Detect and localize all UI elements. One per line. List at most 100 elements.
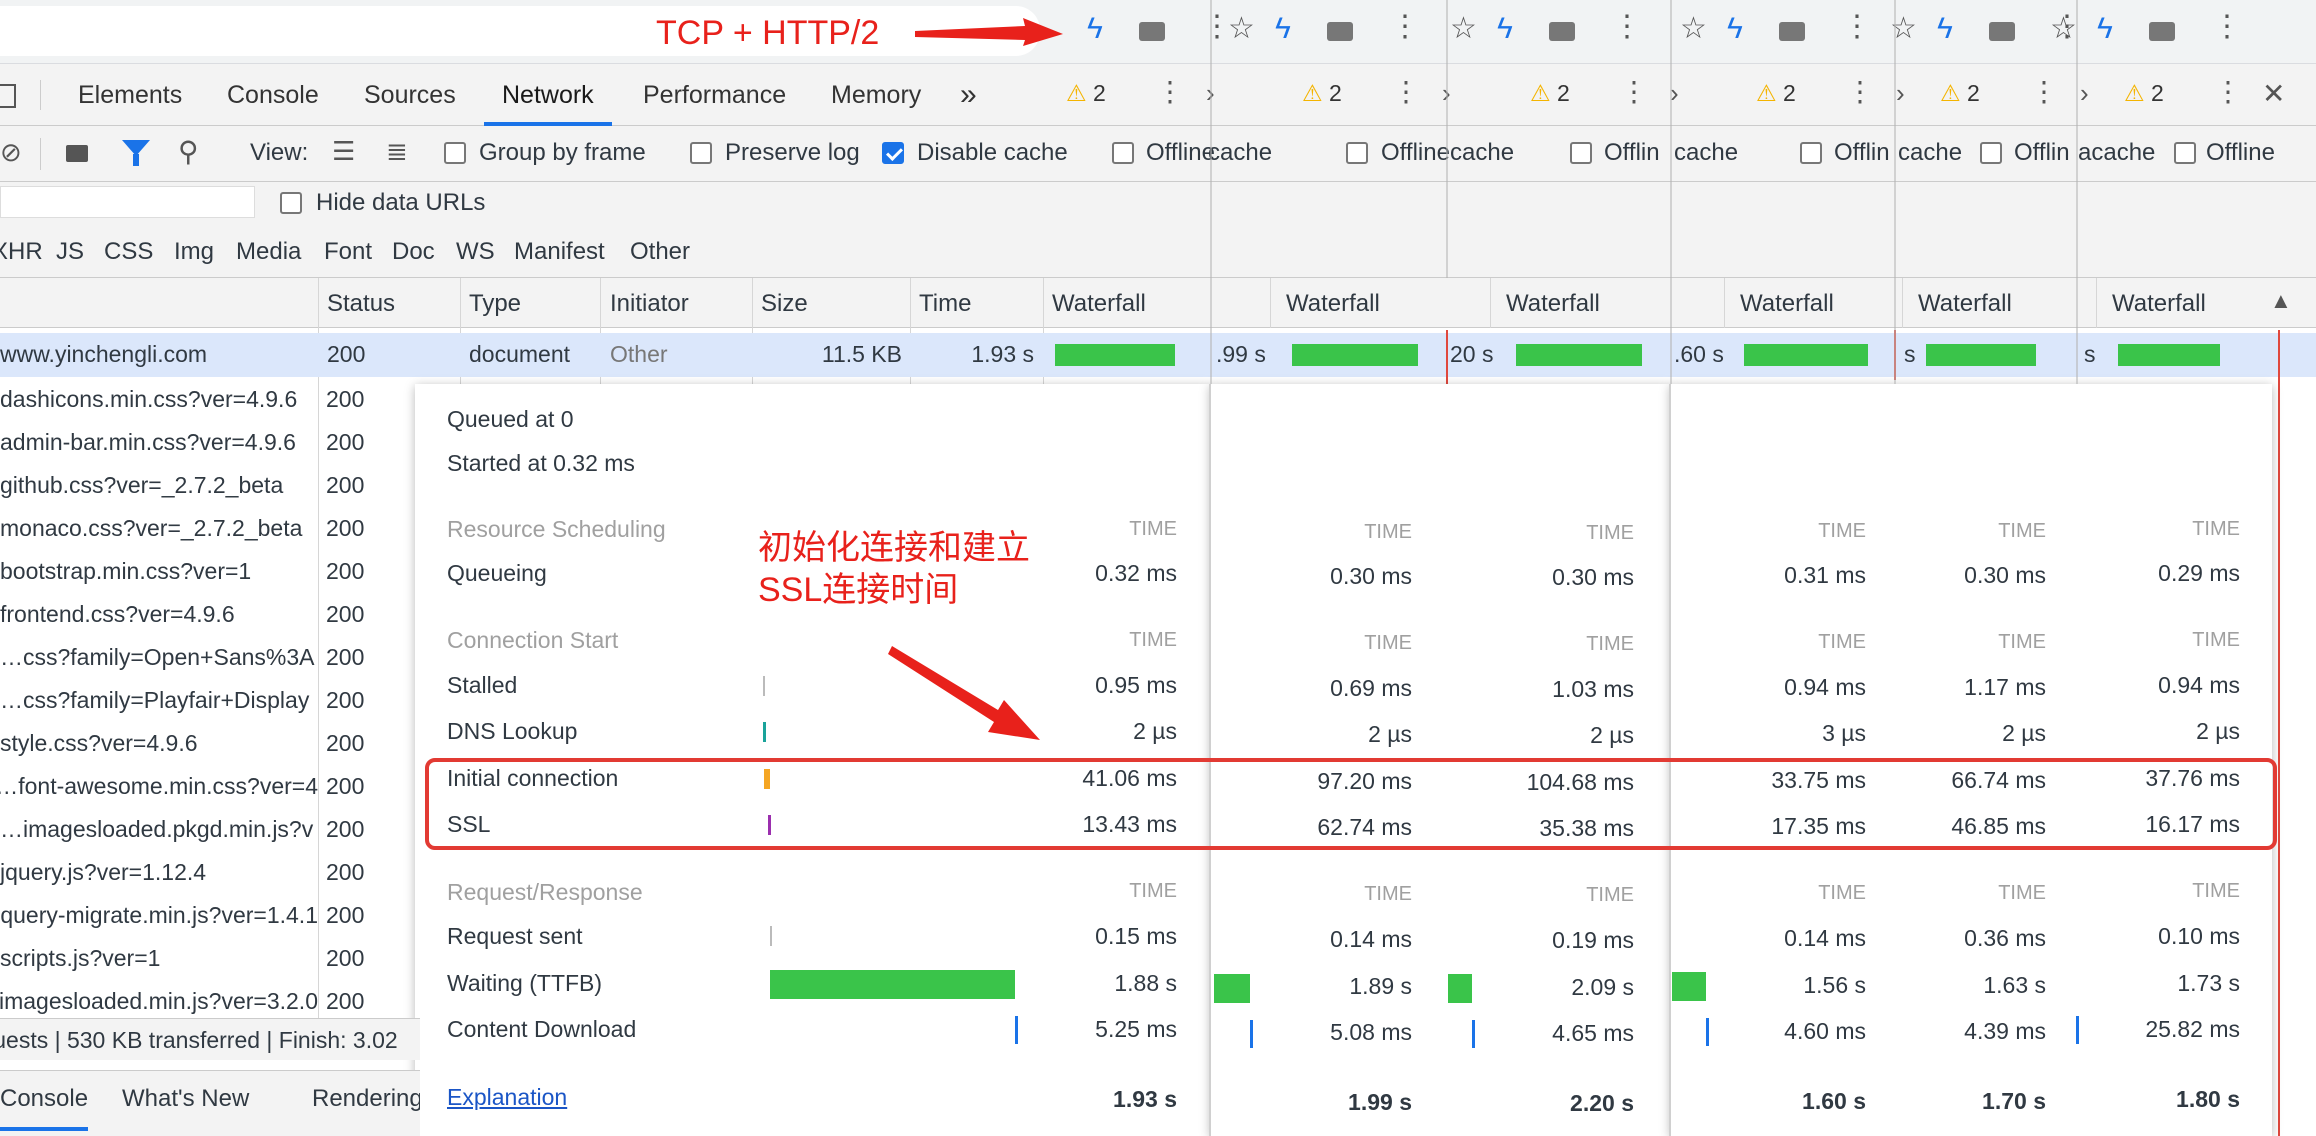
devtools-menu-icon[interactable]: ⋮: [1620, 78, 1648, 106]
table-row[interactable]: scripts.js?ver=1 200: [0, 937, 420, 980]
filter-input[interactable]: [0, 186, 255, 218]
type-filter-img[interactable]: Img: [174, 238, 214, 266]
devtools-menu-icon[interactable]: ⋮: [1156, 78, 1184, 106]
table-row[interactable]: bootstrap.min.css?ver=1 200: [0, 550, 420, 593]
warnings-badge[interactable]: ⚠ 2: [2124, 80, 2164, 107]
column-waterfall[interactable]: Waterfall: [1506, 290, 1600, 318]
column-time[interactable]: Time: [919, 290, 971, 318]
drawer-tab-console[interactable]: Console: [0, 1085, 89, 1131]
type-filter-manifest[interactable]: Manifest: [514, 238, 605, 266]
tab-network[interactable]: Network: [484, 64, 612, 126]
kebab-menu-icon[interactable]: ⋮: [1612, 12, 1642, 42]
tab-elements[interactable]: Elements: [78, 64, 182, 126]
camera-icon[interactable]: [1139, 22, 1165, 41]
devtools-menu-icon[interactable]: ⋮: [2214, 78, 2242, 106]
warnings-badge[interactable]: ⚠ 2: [1940, 80, 1980, 107]
warnings-badge[interactable]: ⚠ 2: [1066, 80, 1106, 107]
tab-console[interactable]: Console: [227, 64, 319, 126]
preserve-log-checkbox[interactable]: [690, 142, 712, 164]
column-type[interactable]: Type: [469, 290, 521, 318]
devtools-menu-icon[interactable]: ⋮: [1392, 78, 1420, 106]
lightning-icon[interactable]: ϟ: [1937, 14, 1953, 44]
type-filter-font[interactable]: Font: [324, 238, 372, 266]
clear-icon[interactable]: ⊘: [0, 139, 22, 165]
camera-icon[interactable]: [1779, 22, 1805, 41]
type-filter-other[interactable]: Other: [630, 238, 690, 266]
camera-icon[interactable]: [1549, 22, 1575, 41]
lightning-icon[interactable]: ϟ: [1497, 14, 1513, 44]
type-filter-doc[interactable]: Doc: [392, 238, 435, 266]
table-row[interactable]: imagesloaded.min.js?ver=3.2.0 200: [0, 980, 420, 1023]
search-icon[interactable]: ⚲: [178, 138, 199, 166]
lightning-icon[interactable]: ϟ: [2097, 14, 2113, 44]
kebab-menu-icon[interactable]: ⋮: [1390, 12, 1420, 42]
column-waterfall[interactable]: Waterfall: [2112, 290, 2206, 318]
drawer-tab-whats-new[interactable]: What's New: [122, 1085, 249, 1113]
offline-checkbox[interactable]: [1980, 142, 2002, 164]
tab-memory[interactable]: Memory: [831, 64, 921, 126]
type-filter-ws[interactable]: WS: [456, 238, 495, 266]
warnings-badge[interactable]: ⚠ 2: [1302, 80, 1342, 107]
address-bar[interactable]: [0, 6, 1040, 56]
devtools-menu-icon[interactable]: ⋮: [2030, 78, 2058, 106]
table-row[interactable]: jquery.js?ver=1.12.4 200: [0, 851, 420, 894]
chevron-right-icon[interactable]: ›: [2080, 80, 2089, 106]
lightning-icon[interactable]: ϟ: [1727, 14, 1743, 44]
warnings-badge[interactable]: ⚠ 2: [1530, 80, 1570, 107]
table-row[interactable]: dashicons.min.css?ver=4.9.6 200: [0, 378, 420, 421]
more-tabs-button[interactable]: »: [960, 64, 977, 126]
lightning-icon[interactable]: ϟ: [1087, 14, 1103, 44]
offline-checkbox[interactable]: [1112, 142, 1134, 164]
bookmark-star-icon[interactable]: ☆: [1228, 14, 1255, 44]
offline-checkbox[interactable]: [2174, 142, 2196, 164]
table-row[interactable]: css?family=Open+Sans%3A… 200: [0, 636, 420, 679]
type-filter-xhr[interactable]: XHR: [0, 238, 43, 266]
column-waterfall[interactable]: Waterfall: [1740, 290, 1834, 318]
table-row[interactable]: imagesloaded.pkgd.min.js?v… 200: [0, 808, 420, 851]
type-filter-js[interactable]: JS: [56, 238, 84, 266]
camera-icon[interactable]: [1989, 22, 2015, 41]
lightning-icon[interactable]: ϟ: [1275, 14, 1291, 44]
chevron-right-icon[interactable]: ›: [1896, 80, 1905, 106]
disable-cache-checkbox[interactable]: [882, 142, 904, 164]
table-row[interactable]: frontend.css?ver=4.9.6 200: [0, 593, 420, 636]
hide-data-urls-checkbox[interactable]: [280, 192, 302, 214]
bookmark-star-icon[interactable]: ☆: [1680, 14, 1707, 44]
table-row[interactable]: monaco.css?ver=_2.7.2_beta 200: [0, 507, 420, 550]
column-size[interactable]: Size: [761, 290, 808, 318]
kebab-menu-icon[interactable]: ⋮: [1842, 12, 1872, 42]
bookmark-star-icon[interactable]: ☆: [2050, 14, 2077, 44]
camera-icon[interactable]: [2149, 22, 2175, 41]
column-waterfall[interactable]: Waterfall: [1286, 290, 1380, 318]
table-row[interactable]: jquery-migrate.min.js?ver=1.4.1 200: [0, 894, 420, 937]
offline-checkbox[interactable]: [1800, 142, 1822, 164]
camera-icon[interactable]: [1327, 22, 1353, 41]
type-filter-css[interactable]: CSS: [104, 238, 153, 266]
bookmark-star-icon[interactable]: ☆: [1450, 14, 1477, 44]
table-row[interactable]: css?family=Playfair+Display… 200: [0, 679, 420, 722]
table-row[interactable]: font-awesome.min.css?ver=4… 200: [0, 765, 420, 808]
large-rows-icon[interactable]: ☰: [332, 138, 355, 164]
table-row[interactable]: style.css?ver=4.9.6 200: [0, 722, 420, 765]
close-devtools-icon[interactable]: ✕: [2262, 80, 2285, 108]
overview-icon[interactable]: ≣: [386, 138, 408, 164]
offline-checkbox[interactable]: [1346, 142, 1368, 164]
warnings-badge[interactable]: ⚠ 2: [1756, 80, 1796, 107]
table-row[interactable]: github.css?ver=_2.7.2_beta 200: [0, 464, 420, 507]
column-waterfall[interactable]: Waterfall: [1052, 290, 1146, 318]
tab-sources[interactable]: Sources: [364, 64, 456, 126]
sort-arrow-icon[interactable]: ▲: [2270, 290, 2292, 312]
column-initiator[interactable]: Initiator: [610, 290, 689, 318]
offline-checkbox[interactable]: [1570, 142, 1592, 164]
tab-performance[interactable]: Performance: [643, 64, 786, 126]
devtools-menu-icon[interactable]: ⋮: [1846, 78, 1874, 106]
screenshot-capture-icon[interactable]: [66, 145, 88, 162]
group-by-frame-checkbox[interactable]: [444, 142, 466, 164]
type-filter-media[interactable]: Media: [236, 238, 301, 266]
drawer-tab-rendering[interactable]: Rendering: [312, 1085, 420, 1113]
kebab-menu-icon[interactable]: ⋮: [2212, 12, 2242, 42]
table-row[interactable]: admin-bar.min.css?ver=4.9.6 200: [0, 421, 420, 464]
column-waterfall[interactable]: Waterfall: [1918, 290, 2012, 318]
explanation-link[interactable]: Explanation: [447, 1084, 567, 1111]
dock-icon[interactable]: [0, 84, 16, 108]
